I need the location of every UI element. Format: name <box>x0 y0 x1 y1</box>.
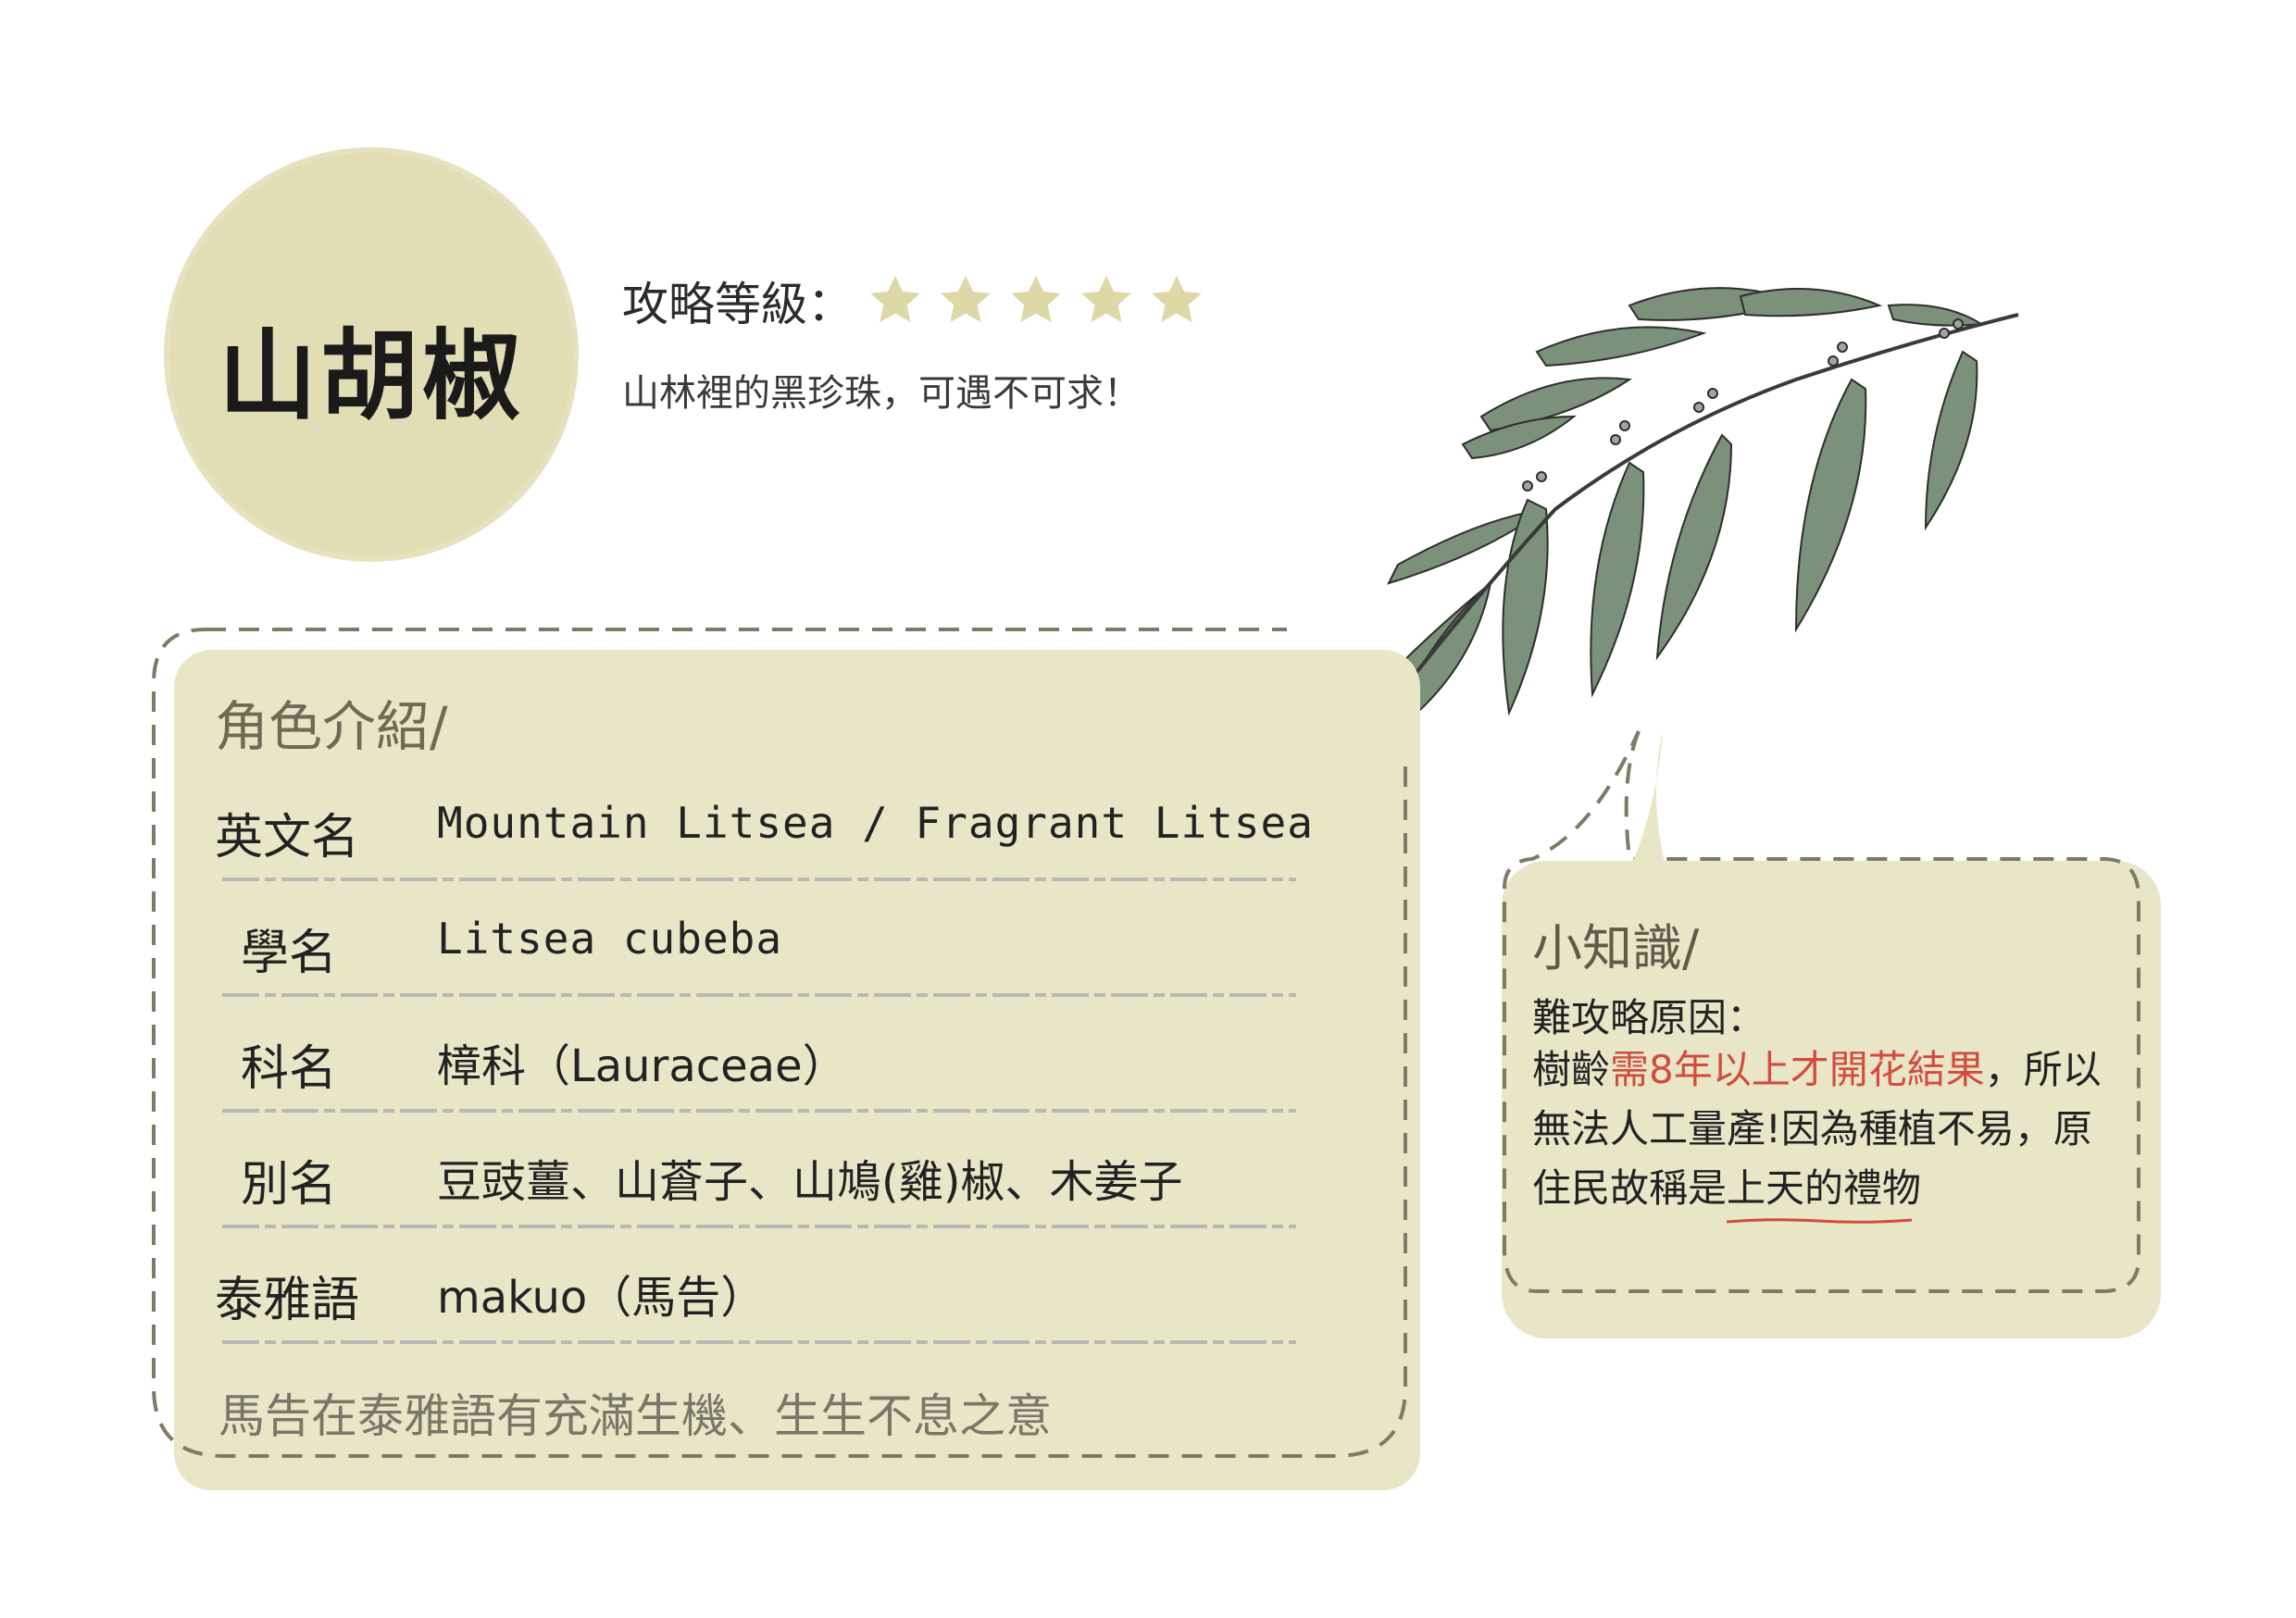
star-icon <box>1078 272 1135 330</box>
tagline: 山林裡的黑珍珠，可遇不可求！ <box>622 372 1141 415</box>
title-badge: 山胡椒 <box>169 153 573 556</box>
info-row-family: 科名 樟科（Lauraceae） <box>215 1029 1307 1122</box>
row-divider <box>222 877 1296 881</box>
row-divider <box>222 1340 1296 1344</box>
knowledge-highlight: 需8年以上才開花結果 <box>1610 1047 1985 1092</box>
star-icon <box>1007 272 1065 330</box>
row-value: Mountain Litsea / Fragrant Litsea <box>437 798 1314 848</box>
row-label: 學名 <box>241 926 338 981</box>
knowledge-text-part: 樹齡 <box>1532 1047 1611 1092</box>
knowledge-underlined: 上天的禮物 <box>1727 1159 1922 1224</box>
intro-note: 馬告在泰雅語有充滿生機、生生不息之意 <box>218 1389 1052 1443</box>
bubble-tail <box>1629 731 1666 870</box>
row-divider <box>222 993 1296 997</box>
info-row-atayal: 泰雅語 makuo（馬告） <box>215 1261 1307 1353</box>
row-value: Litsea cubeba <box>437 914 783 964</box>
row-label: 科名 <box>241 1041 338 1097</box>
row-label: 別名 <box>241 1157 338 1213</box>
row-divider <box>222 1225 1296 1228</box>
difficulty-label: 攻略等級： <box>622 278 854 331</box>
intro-heading: 角色介紹/ <box>215 695 448 758</box>
star-icon <box>1148 272 1205 330</box>
row-divider <box>222 1109 1296 1113</box>
row-value: 豆豉薑、山蒼子、山鳩(雞)椒、木姜子 <box>437 1156 1183 1208</box>
info-row-scientific-name: 學名 Litsea cubeba <box>215 914 1307 1006</box>
row-value: 樟科（Lauraceae） <box>437 1040 847 1092</box>
info-row-alias: 別名 豆豉薑、山蒼子、山鳩(雞)椒、木姜子 <box>215 1145 1307 1238</box>
star-icon <box>867 272 924 330</box>
row-label: 泰雅語 <box>215 1273 360 1328</box>
star-rating <box>867 272 1218 330</box>
star-icon <box>937 272 994 330</box>
difficulty-level: 攻略等級： <box>622 268 1218 333</box>
red-underline <box>1727 1218 1913 1224</box>
knowledge-subheading: 難攻略原因： <box>1532 995 1766 1040</box>
row-label: 英文名 <box>215 810 360 865</box>
knowledge-heading: 小知識/ <box>1532 919 1700 977</box>
info-row-english-name: 英文名 Mountain Litsea / Fragrant Litsea <box>215 798 1313 890</box>
knowledge-text: 樹齡需8年以上才開花結果，所以無法人工量產!因為種植不易，原住民故稱是上天的禮物 <box>1532 1040 2125 1224</box>
page-title: 山胡椒 <box>218 319 524 433</box>
row-value: makuo（馬告） <box>437 1272 766 1324</box>
knowledge-underlined-text: 上天的禮物 <box>1727 1165 1922 1211</box>
